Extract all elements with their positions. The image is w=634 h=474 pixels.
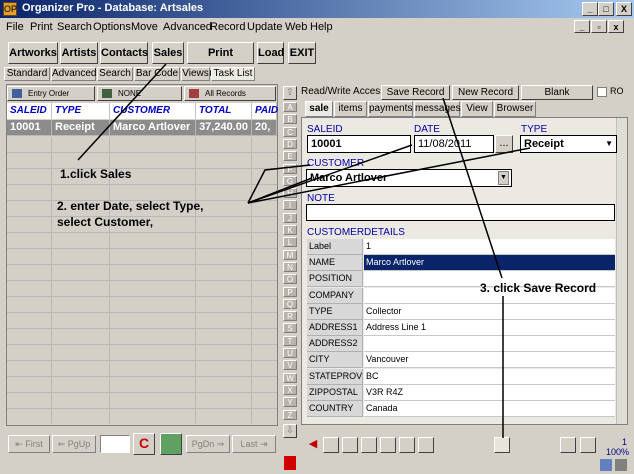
pointer-line-type bbox=[247, 147, 531, 204]
pointer-line-customer bbox=[247, 177, 313, 204]
pointer-line-sales bbox=[77, 63, 167, 161]
pointer-line-save-record bbox=[442, 97, 503, 279]
annotation-lines bbox=[77, 63, 531, 438]
pointer-line-date bbox=[247, 144, 413, 204]
